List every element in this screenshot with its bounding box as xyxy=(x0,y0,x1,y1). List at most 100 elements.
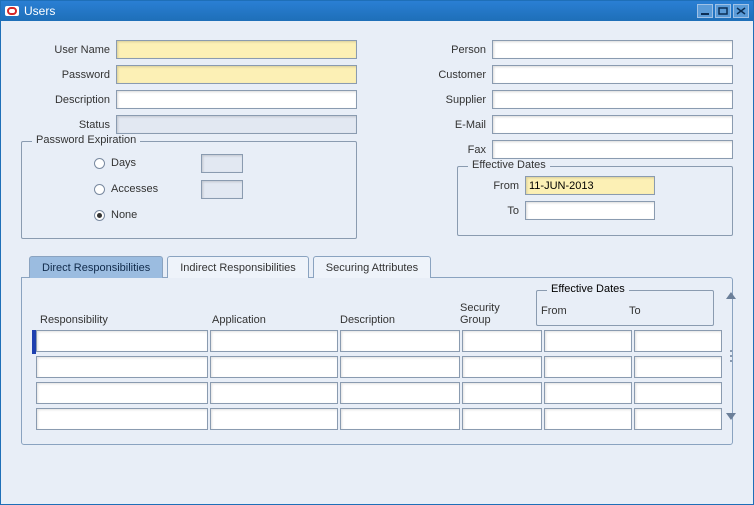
responsibilities-grid-wrap: Responsibility Application Description S… xyxy=(32,288,726,434)
cell-description[interactable] xyxy=(340,330,460,352)
effective-to-field[interactable] xyxy=(525,201,655,220)
users-window: Users User Name Password Description xyxy=(0,0,754,505)
tab-strip: Direct Responsibilities Indirect Respons… xyxy=(21,255,733,277)
window-title: Users xyxy=(24,4,695,18)
cell-security-group[interactable] xyxy=(462,330,542,352)
fax-field[interactable] xyxy=(492,140,733,159)
cell-from[interactable] xyxy=(544,356,632,378)
supplier-label: Supplier xyxy=(397,94,492,106)
password-expiration-legend: Password Expiration xyxy=(32,134,140,146)
cell-security-group[interactable] xyxy=(462,408,542,430)
minimize-button[interactable] xyxy=(697,4,713,18)
none-radio-label: None xyxy=(111,209,201,221)
status-label: Status xyxy=(21,119,116,131)
grid-body xyxy=(32,330,724,432)
content-area: User Name Password Description Status Pa… xyxy=(1,21,753,455)
effective-to-row: To xyxy=(470,200,720,221)
header-effective-dates-legend: Effective Dates xyxy=(547,283,629,295)
header-from: From xyxy=(537,305,625,325)
cell-to[interactable] xyxy=(634,356,722,378)
cell-security-group[interactable] xyxy=(462,356,542,378)
cell-from[interactable] xyxy=(544,330,632,352)
person-field[interactable] xyxy=(492,40,733,59)
cell-description[interactable] xyxy=(340,408,460,430)
accesses-field[interactable] xyxy=(201,180,243,199)
header-responsibility: Responsibility xyxy=(36,314,208,326)
effective-from-row: From xyxy=(470,175,720,196)
scroll-handle-icon[interactable] xyxy=(730,350,732,362)
description-field[interactable] xyxy=(116,90,357,109)
none-radio[interactable] xyxy=(94,210,105,221)
cell-to[interactable] xyxy=(634,330,722,352)
close-button[interactable] xyxy=(733,4,749,18)
password-expiration-fieldset: Password Expiration Days Accesses None xyxy=(21,141,357,239)
days-field[interactable] xyxy=(201,154,243,173)
oracle-icon xyxy=(5,6,19,16)
customer-field[interactable] xyxy=(492,65,733,84)
supplier-field[interactable] xyxy=(492,90,733,109)
scroll-up-icon[interactable] xyxy=(726,292,736,299)
password-row: Password xyxy=(21,64,357,85)
cell-from[interactable] xyxy=(544,382,632,404)
user-name-row: User Name xyxy=(21,39,357,60)
person-row: Person xyxy=(397,39,733,60)
cell-to[interactable] xyxy=(634,408,722,430)
header-to: To xyxy=(625,305,713,325)
email-field[interactable] xyxy=(492,115,733,134)
table-row xyxy=(32,408,724,432)
tab-direct-responsibilities[interactable]: Direct Responsibilities xyxy=(29,256,163,278)
user-name-label: User Name xyxy=(21,44,116,56)
maximize-button[interactable] xyxy=(715,4,731,18)
effective-from-label: From xyxy=(470,180,525,192)
cell-application[interactable] xyxy=(210,356,338,378)
cell-from[interactable] xyxy=(544,408,632,430)
cell-description[interactable] xyxy=(340,382,460,404)
grid-scrollbar[interactable] xyxy=(726,292,736,420)
expiration-accesses-row: Accesses xyxy=(94,176,344,202)
days-radio[interactable] xyxy=(94,158,105,169)
password-label: Password xyxy=(21,69,116,81)
cell-responsibility[interactable] xyxy=(36,382,208,404)
titlebar: Users xyxy=(1,1,753,21)
upper-form: User Name Password Description Status Pa… xyxy=(21,39,733,239)
customer-row: Customer xyxy=(397,64,733,85)
effective-to-label: To xyxy=(470,205,525,217)
table-row xyxy=(32,330,724,354)
email-row: E-Mail xyxy=(397,114,733,135)
expiration-none-row: None xyxy=(94,202,344,228)
cell-application[interactable] xyxy=(210,408,338,430)
cell-responsibility[interactable] xyxy=(36,330,208,352)
header-application: Application xyxy=(208,314,336,326)
tab-indirect-responsibilities[interactable]: Indirect Responsibilities xyxy=(167,256,309,278)
cell-responsibility[interactable] xyxy=(36,408,208,430)
status-field[interactable] xyxy=(116,115,357,134)
customer-label: Customer xyxy=(397,69,492,81)
description-label: Description xyxy=(21,94,116,106)
cell-application[interactable] xyxy=(210,330,338,352)
password-field[interactable] xyxy=(116,65,357,84)
user-name-field[interactable] xyxy=(116,40,357,59)
cell-to[interactable] xyxy=(634,382,722,404)
cell-description[interactable] xyxy=(340,356,460,378)
grid-headers: Responsibility Application Description S… xyxy=(32,288,724,326)
email-label: E-Mail xyxy=(397,119,492,131)
right-column: Person Customer Supplier E-Mail Fax xyxy=(397,39,733,239)
header-security-group: Security Group xyxy=(456,302,536,326)
tab-securing-attributes[interactable]: Securing Attributes xyxy=(313,256,431,278)
fax-label: Fax xyxy=(397,144,492,156)
accesses-radio[interactable] xyxy=(94,184,105,195)
cell-responsibility[interactable] xyxy=(36,356,208,378)
responsibilities-panel: Responsibility Application Description S… xyxy=(21,277,733,445)
cell-security-group[interactable] xyxy=(462,382,542,404)
header-description: Description xyxy=(336,314,456,326)
fax-row: Fax xyxy=(397,139,733,160)
cell-application[interactable] xyxy=(210,382,338,404)
expiration-days-row: Days xyxy=(94,150,344,176)
table-row xyxy=(32,382,724,406)
days-radio-label: Days xyxy=(111,157,201,169)
header-effective-dates-group: Effective Dates From To xyxy=(536,290,714,326)
supplier-row: Supplier xyxy=(397,89,733,110)
effective-dates-fieldset: Effective Dates From To xyxy=(457,166,733,236)
scroll-down-icon[interactable] xyxy=(726,413,736,420)
effective-from-field[interactable] xyxy=(525,176,655,195)
